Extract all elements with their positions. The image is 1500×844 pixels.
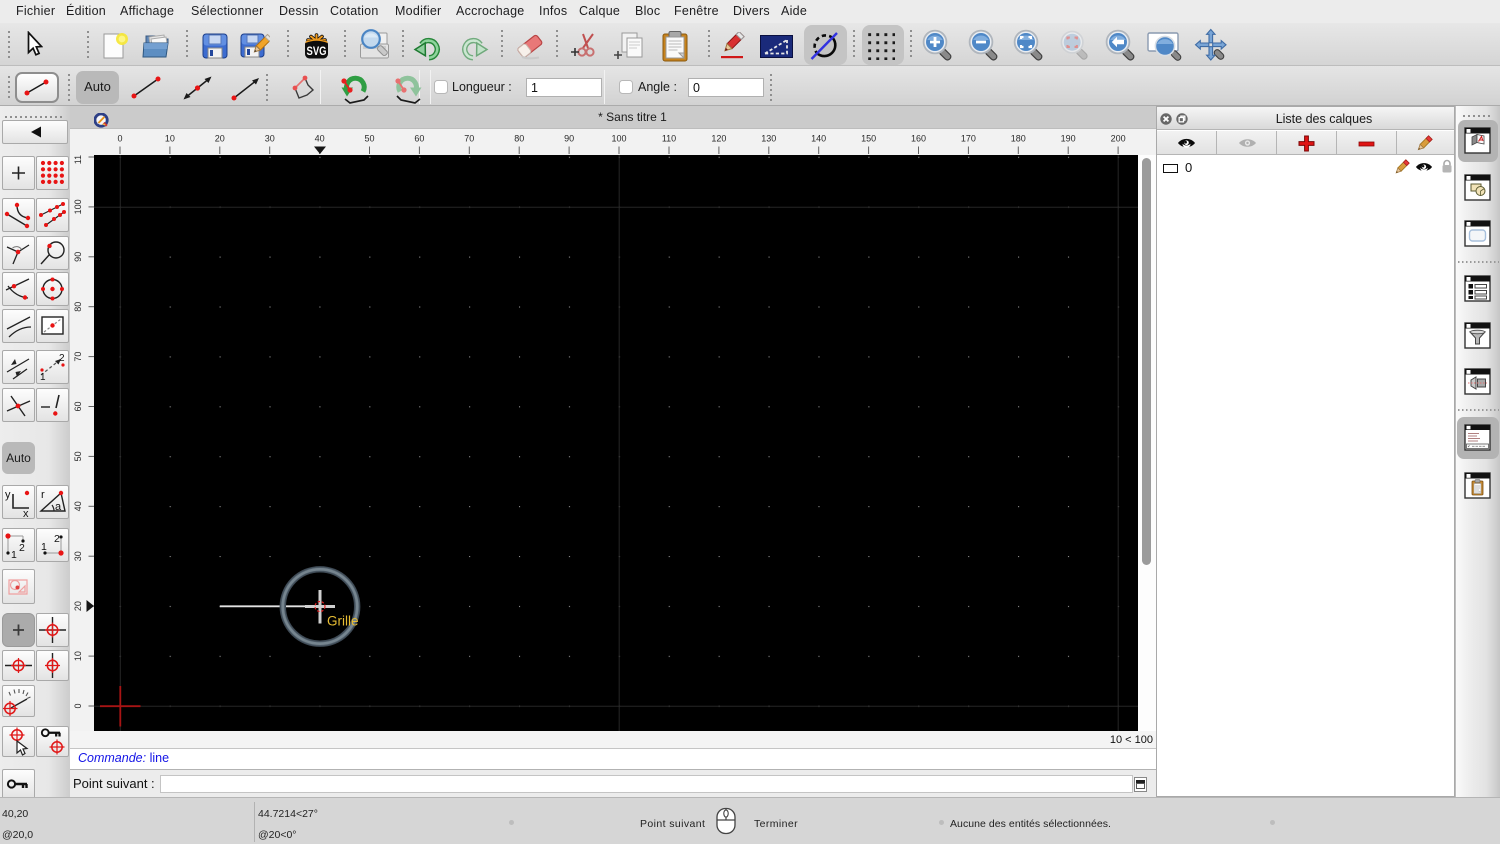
svg-text:150: 150: [861, 134, 876, 144]
svg-text:20: 20: [215, 134, 225, 144]
svg-text:130: 130: [761, 134, 776, 144]
svg-text:r: r: [41, 489, 45, 501]
svg-text:2: 2: [54, 533, 60, 545]
svg-text:a: a: [55, 501, 62, 513]
svg-text:SVG: SVG: [307, 44, 327, 58]
svg-text:170: 170: [961, 134, 976, 144]
svg-text:1: 1: [41, 541, 47, 553]
svg-text:120: 120: [711, 134, 726, 144]
svg-text:100: 100: [73, 199, 83, 214]
svg-text:110: 110: [73, 155, 83, 164]
svg-text:y: y: [5, 489, 11, 501]
svg-text:200: 200: [1111, 134, 1126, 144]
svg-text:80: 80: [73, 302, 83, 312]
svg-text:20: 20: [73, 601, 83, 611]
svg-text:2: 2: [59, 353, 65, 364]
svg-text:1: 1: [11, 549, 17, 561]
svg-text:10: 10: [73, 651, 83, 661]
svg-text:50: 50: [73, 451, 83, 461]
svg-text:60: 60: [73, 401, 83, 411]
svg-text:2: 2: [19, 542, 25, 554]
svg-text:30: 30: [265, 134, 275, 144]
svg-text:160: 160: [911, 134, 926, 144]
svg-text:Grille: Grille: [327, 614, 359, 629]
svg-text:180: 180: [1011, 134, 1026, 144]
svg-text:70: 70: [464, 134, 474, 144]
svg-text:140: 140: [811, 134, 826, 144]
svg-text:90: 90: [73, 252, 83, 262]
svg-text:10: 10: [165, 134, 175, 144]
svg-text:190: 190: [1061, 134, 1076, 144]
svg-text:0: 0: [73, 703, 83, 708]
svg-text:90: 90: [564, 134, 574, 144]
svg-text:1: 1: [40, 372, 46, 383]
svg-text:50: 50: [364, 134, 374, 144]
svg-text:100: 100: [611, 134, 626, 144]
svg-text:80: 80: [514, 134, 524, 144]
svg-text:x: x: [23, 508, 29, 518]
svg-text:0: 0: [117, 134, 122, 144]
svg-text:60: 60: [414, 134, 424, 144]
svg-text:70: 70: [73, 352, 83, 362]
svg-text:30: 30: [73, 551, 83, 561]
svg-text:110: 110: [662, 134, 676, 144]
svg-text:40: 40: [315, 134, 325, 144]
svg-text:40: 40: [73, 501, 83, 511]
